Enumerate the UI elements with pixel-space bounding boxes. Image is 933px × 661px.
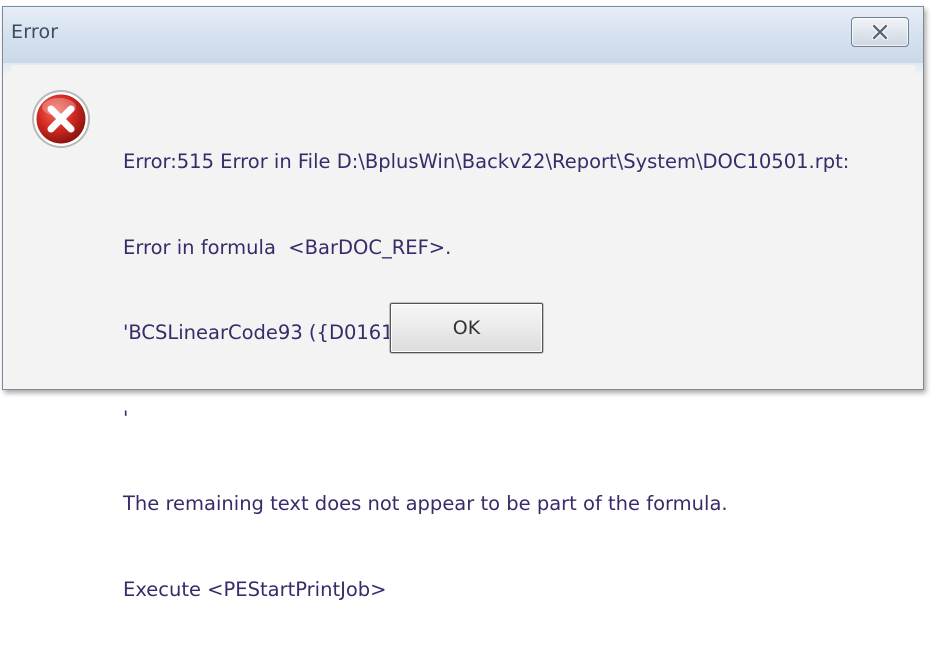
error-message: Error:515 Error in File D:\BplusWin\Back… xyxy=(123,91,909,661)
message-line: Execute <PEStartPrintJob> xyxy=(123,577,387,601)
close-icon xyxy=(871,24,889,40)
message-line: Error:515 Error in File D:\BplusWin\Back… xyxy=(123,150,850,173)
title-bar[interactable]: Error xyxy=(3,7,923,63)
ok-button-label: OK xyxy=(452,317,481,339)
error-icon xyxy=(32,90,90,148)
close-button[interactable] xyxy=(851,17,909,47)
message-line: Error in formula <BarDOC_REF>. xyxy=(123,235,452,259)
message-line: The remaining text does not appear to be… xyxy=(123,492,728,515)
message-line: ' xyxy=(123,406,129,430)
window-title: Error xyxy=(11,21,59,43)
ok-button[interactable]: OK xyxy=(390,303,543,353)
dialog-body: Error:515 Error in File D:\BplusWin\Back… xyxy=(11,65,915,601)
error-dialog: Error Error:515 Error in File D:\BplusWi… xyxy=(2,6,924,601)
